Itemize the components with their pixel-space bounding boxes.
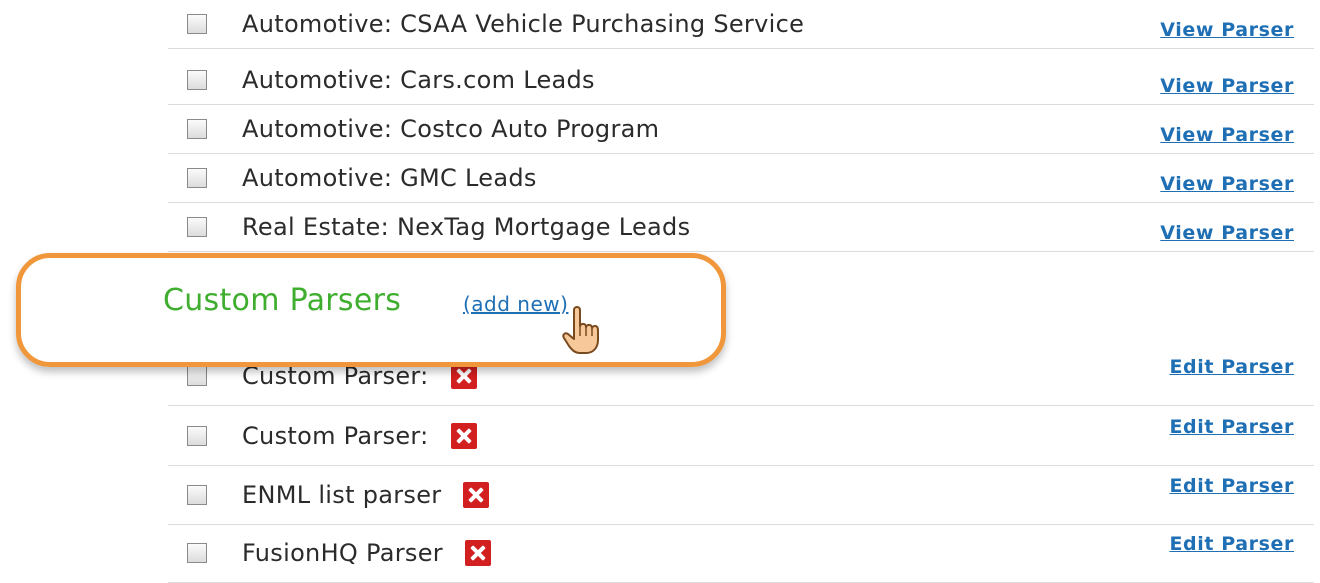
parser-row: Automotive: CSAA Vehicle Purchasing Serv… <box>168 0 1314 49</box>
parser-name: Automotive: Costco Auto Program <box>242 115 660 143</box>
edit-parser-link[interactable]: Edit Parser <box>1169 416 1294 438</box>
view-parser-link[interactable]: View Parser <box>1160 75 1294 97</box>
parser-name: Custom Parser: <box>242 421 429 450</box>
custom-parser-row: Custom Parser: Edit Parser <box>168 346 1314 406</box>
parser-checkbox[interactable] <box>187 365 207 386</box>
parser-name: Custom Parser: <box>242 361 429 390</box>
parser-name: Real Estate: NexTag Mortgage Leads <box>242 213 691 241</box>
view-parser-link[interactable]: View Parser <box>1160 124 1294 146</box>
delete-x-icon[interactable] <box>464 539 491 566</box>
view-parser-link[interactable]: View Parser <box>1160 19 1294 41</box>
edit-parser-link[interactable]: Edit Parser <box>1169 475 1294 497</box>
parser-name: Automotive: GMC Leads <box>242 164 537 192</box>
parser-name: Automotive: CSAA Vehicle Purchasing Serv… <box>242 10 805 38</box>
parser-name: FusionHQ Parser <box>242 538 443 567</box>
delete-x-icon[interactable] <box>450 362 477 389</box>
parser-name: Automotive: Cars.com Leads <box>242 66 595 94</box>
parser-row: Automotive: GMC Leads View Parser <box>168 154 1314 203</box>
delete-x-icon[interactable] <box>450 422 477 449</box>
edit-parser-link[interactable]: Edit Parser <box>1169 356 1294 378</box>
parser-checkbox[interactable] <box>187 542 207 563</box>
parser-checkbox[interactable] <box>187 484 207 505</box>
parser-row: Automotive: Costco Auto Program View Par… <box>168 105 1314 154</box>
parser-row: Automotive: Cars.com Leads View Parser <box>168 56 1314 105</box>
parser-name: ENML list parser <box>242 480 442 509</box>
add-new-parser-link[interactable]: (add new) <box>463 292 568 316</box>
custom-parser-row: ENML list parser Edit Parser <box>168 465 1314 525</box>
parser-checkbox[interactable] <box>187 168 207 188</box>
parser-checkbox[interactable] <box>187 217 207 237</box>
parser-checkbox[interactable] <box>187 14 207 34</box>
custom-parsers-title: Custom Parsers <box>163 283 402 318</box>
view-parser-link[interactable]: View Parser <box>1160 222 1294 244</box>
hand-pointer-cursor-icon <box>562 306 599 354</box>
edit-parser-link[interactable]: Edit Parser <box>1169 533 1294 555</box>
custom-parser-row: Custom Parser: Edit Parser <box>168 406 1314 466</box>
parser-checkbox[interactable] <box>187 70 207 90</box>
view-parser-link[interactable]: View Parser <box>1160 173 1294 195</box>
parser-row: Real Estate: NexTag Mortgage Leads View … <box>168 203 1314 252</box>
parser-checkbox[interactable] <box>187 425 207 446</box>
custom-parser-row: FusionHQ Parser Edit Parser <box>168 523 1314 583</box>
delete-x-icon[interactable] <box>463 481 490 508</box>
parser-checkbox[interactable] <box>187 119 207 139</box>
